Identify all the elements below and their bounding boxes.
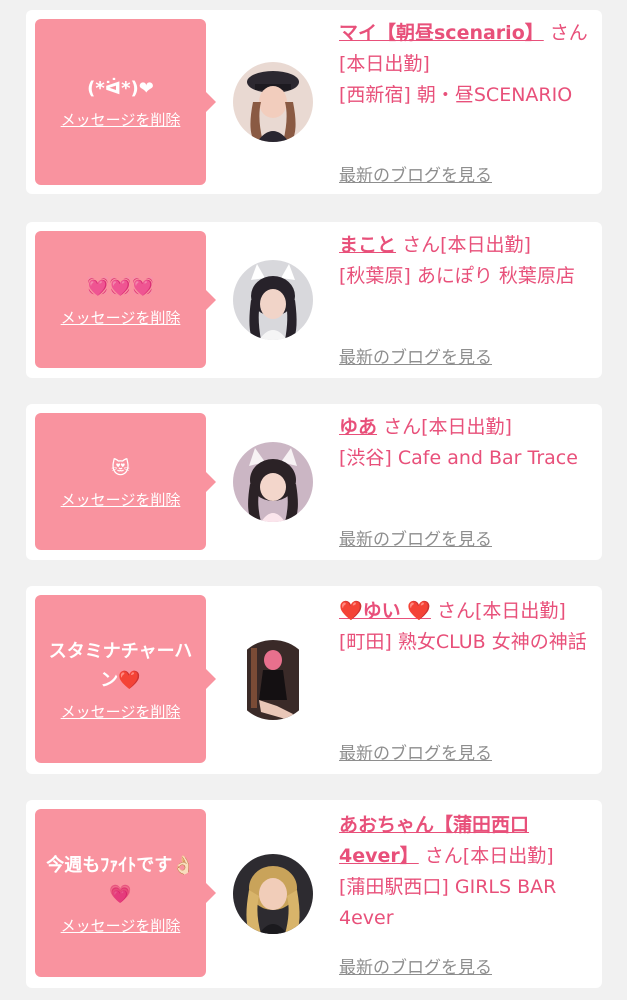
cast-name-link[interactable]: まこと xyxy=(339,234,396,256)
cast-info: あおちゃん【蒲田西口4ever】 さん[本日出勤] [蒲田駅西口] GIRLS … xyxy=(339,810,597,934)
message-card: (*ᐛ*)❤ メッセージを削除 マイ【朝昼scenario】 さん[本日出勤] … xyxy=(26,10,602,194)
attendance-status: さん[本日出勤] xyxy=(383,416,512,438)
attendance-status: さん[本日出勤] xyxy=(436,600,566,622)
delete-message-link[interactable]: メッセージを削除 xyxy=(61,701,181,722)
message-text: スタミナチャーハン❤️ xyxy=(48,640,193,691)
avatar[interactable] xyxy=(233,260,313,340)
view-blog-link[interactable]: 最新のブログを見る xyxy=(339,161,492,186)
view-blog-link[interactable]: 最新のブログを見る xyxy=(339,739,492,764)
cast-name-link[interactable]: ❤️ゆい ❤️ xyxy=(339,600,431,622)
cast-info: ❤️ゆい ❤️ さん[本日出勤] [町田] 熟女CLUB 女神の神話 xyxy=(339,596,597,658)
shop-label: [町田] 熟女CLUB 女神の神話 xyxy=(339,631,587,653)
cast-name-link[interactable]: ゆあ xyxy=(339,416,377,438)
avatar[interactable] xyxy=(233,62,313,142)
delete-message-link[interactable]: メッセージを削除 xyxy=(61,489,181,510)
attendance-status: さん[本日出勤] xyxy=(402,234,531,256)
message-bubble: (*ᐛ*)❤ メッセージを削除 xyxy=(35,19,216,185)
cast-info: ゆあ さん[本日出勤] [渋谷] Cafe and Bar Trace xyxy=(339,412,597,474)
message-card: 💓💓💓 メッセージを削除 まこと さん[本日出勤] [秋葉原] あにぽり 秋葉原… xyxy=(26,222,602,378)
delete-message-link[interactable]: メッセージを削除 xyxy=(61,307,181,328)
message-text: 😻 xyxy=(111,457,130,479)
message-card: 今週もﾌｧｲﾄです👌🏻💗 メッセージを削除 あおちゃん【蒲田西口4ever】 さ… xyxy=(26,800,602,988)
shop-label: [蒲田駅西口] GIRLS BAR 4ever xyxy=(339,876,557,929)
view-blog-link[interactable]: 最新のブログを見る xyxy=(339,953,492,978)
shop-label: [秋葉原] あにぽり 秋葉原店 xyxy=(339,265,575,287)
shop-label: [西新宿] 朝・昼SCENARIO xyxy=(339,84,573,106)
message-text: 今週もﾌｧｲﾄです👌🏻💗 xyxy=(46,854,195,905)
view-blog-link[interactable]: 最新のブログを見る xyxy=(339,343,492,368)
cast-info: マイ【朝昼scenario】 さん[本日出勤] [西新宿] 朝・昼SCENARI… xyxy=(339,18,597,111)
message-card: 😻 メッセージを削除 ゆあ さん[本日出勤] [渋谷] Cafe and Bar… xyxy=(26,404,602,560)
delete-message-link[interactable]: メッセージを削除 xyxy=(61,915,181,936)
delete-message-link[interactable]: メッセージを削除 xyxy=(61,109,181,130)
message-bubble: 今週もﾌｧｲﾄです👌🏻💗 メッセージを削除 xyxy=(35,809,216,977)
cast-info: まこと さん[本日出勤] [秋葉原] あにぽり 秋葉原店 xyxy=(339,230,597,292)
cast-name-link[interactable]: マイ【朝昼scenario】 xyxy=(339,22,544,44)
message-list: (*ᐛ*)❤ メッセージを削除 マイ【朝昼scenario】 さん[本日出勤] … xyxy=(0,0,627,1000)
message-bubble: 💓💓💓 メッセージを削除 xyxy=(35,231,216,368)
view-blog-link[interactable]: 最新のブログを見る xyxy=(339,525,492,550)
message-text: 💓💓💓 xyxy=(86,275,155,297)
message-text: (*ᐛ*)❤ xyxy=(87,78,154,99)
avatar[interactable] xyxy=(233,640,313,720)
shop-label: [渋谷] Cafe and Bar Trace xyxy=(339,447,578,469)
avatar[interactable] xyxy=(233,854,313,934)
message-bubble: スタミナチャーハン❤️ メッセージを削除 xyxy=(35,595,216,763)
avatar[interactable] xyxy=(233,442,313,522)
attendance-status: さん[本日出勤] xyxy=(424,845,554,867)
message-card: スタミナチャーハン❤️ メッセージを削除 ❤️ゆい ❤️ さん[本日出勤] [町… xyxy=(26,586,602,774)
message-bubble: 😻 メッセージを削除 xyxy=(35,413,216,550)
